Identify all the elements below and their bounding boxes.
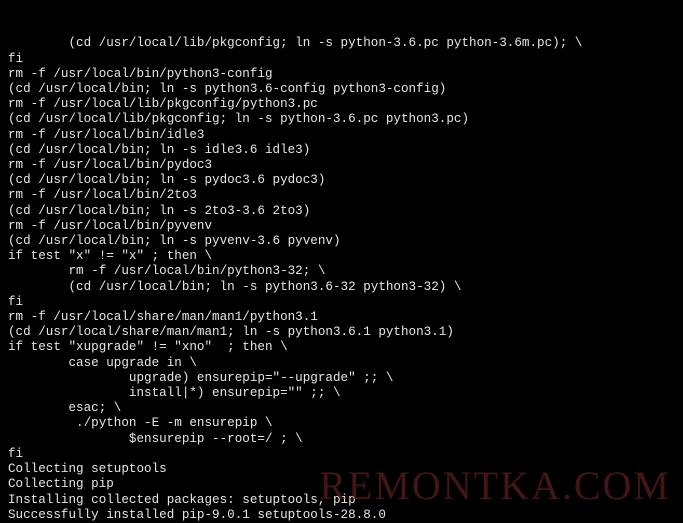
terminal-line: (cd /usr/local/bin; ln -s 2to3-3.6 2to3) bbox=[8, 204, 675, 219]
terminal-line: Collecting setuptools bbox=[8, 462, 675, 477]
terminal-line: (cd /usr/local/bin; ln -s python3.6-32 p… bbox=[8, 280, 675, 295]
terminal-line: install|*) ensurepip="" ;; \ bbox=[8, 386, 675, 401]
terminal-line: fi bbox=[8, 295, 675, 310]
terminal-line: ./python -E -m ensurepip \ bbox=[8, 416, 675, 431]
terminal-line: (cd /usr/local/bin; ln -s pydoc3.6 pydoc… bbox=[8, 173, 675, 188]
terminal-line: Installing collected packages: setuptool… bbox=[8, 493, 675, 508]
terminal-line: rm -f /usr/local/bin/python3-32; \ bbox=[8, 264, 675, 279]
terminal-line: (cd /usr/local/lib/pkgconfig; ln -s pyth… bbox=[8, 112, 675, 127]
terminal-line: rm -f /usr/local/bin/pydoc3 bbox=[8, 158, 675, 173]
terminal-line: rm -f /usr/local/bin/idle3 bbox=[8, 128, 675, 143]
terminal-line: (cd /usr/local/share/man/man1; ln -s pyt… bbox=[8, 325, 675, 340]
terminal-line: (cd /usr/local/bin; ln -s idle3.6 idle3) bbox=[8, 143, 675, 158]
terminal-line: rm -f /usr/local/bin/python3-config bbox=[8, 67, 675, 82]
terminal-line: if test "xupgrade" != "xno" ; then \ bbox=[8, 340, 675, 355]
terminal-line: Successfully installed pip-9.0.1 setupto… bbox=[8, 508, 675, 523]
terminal-line: rm -f /usr/local/bin/pyvenv bbox=[8, 219, 675, 234]
terminal-line: case upgrade in \ bbox=[8, 356, 675, 371]
terminal-line: Collecting pip bbox=[8, 477, 675, 492]
terminal-window[interactable]: (cd /usr/local/lib/pkgconfig; ln -s pyth… bbox=[0, 0, 683, 523]
terminal-line: (cd /usr/local/bin; ln -s python3.6-conf… bbox=[8, 82, 675, 97]
terminal-line: rm -f /usr/local/bin/2to3 bbox=[8, 188, 675, 203]
terminal-output: (cd /usr/local/lib/pkgconfig; ln -s pyth… bbox=[8, 36, 675, 523]
terminal-line: $ensurepip --root=/ ; \ bbox=[8, 432, 675, 447]
terminal-line: if test "x" != "x" ; then \ bbox=[8, 249, 675, 264]
terminal-line: esac; \ bbox=[8, 401, 675, 416]
terminal-line: rm -f /usr/local/share/man/man1/python3.… bbox=[8, 310, 675, 325]
terminal-line: (cd /usr/local/lib/pkgconfig; ln -s pyth… bbox=[8, 36, 675, 51]
terminal-line: fi bbox=[8, 52, 675, 67]
terminal-line: fi bbox=[8, 447, 675, 462]
terminal-line: upgrade) ensurepip="--upgrade" ;; \ bbox=[8, 371, 675, 386]
terminal-line: rm -f /usr/local/lib/pkgconfig/python3.p… bbox=[8, 97, 675, 112]
terminal-line: (cd /usr/local/bin; ln -s pyvenv-3.6 pyv… bbox=[8, 234, 675, 249]
